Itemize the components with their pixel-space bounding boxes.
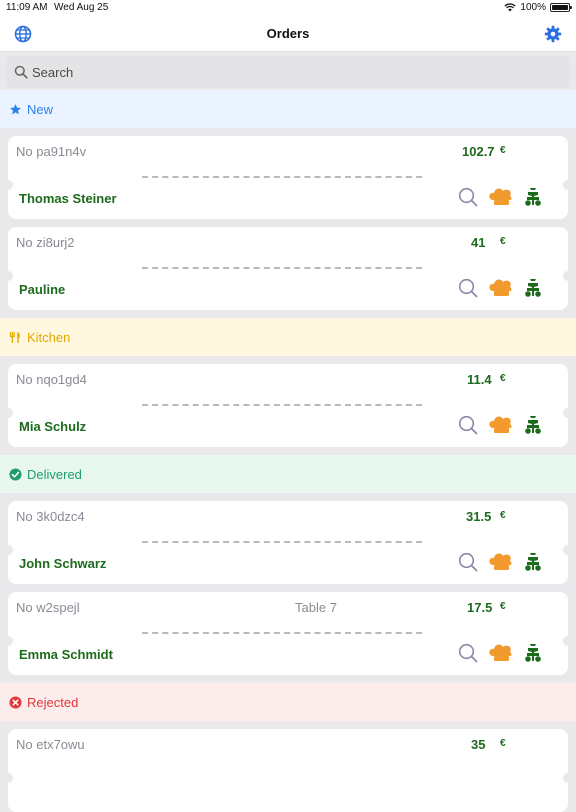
- section-header-rejected: Rejected: [0, 683, 576, 721]
- dashed-divider: [142, 176, 422, 178]
- scooter-icon[interactable]: [524, 187, 542, 207]
- order-card[interactable]: No etx7owu 35 €: [3, 729, 573, 812]
- scooter-icon[interactable]: [524, 643, 542, 663]
- search-icon: [14, 65, 28, 79]
- gear-icon[interactable]: [544, 25, 562, 43]
- order-price: 31.5: [466, 509, 492, 524]
- status-time: 11:09 AM: [6, 2, 48, 13]
- chef-hat-icon[interactable]: [488, 278, 514, 298]
- order-card[interactable]: No nqo1gd4 11.4 € Mia Schulz: [3, 364, 573, 447]
- search-icon[interactable]: [458, 552, 478, 572]
- section-label-kitchen: Kitchen: [27, 329, 71, 345]
- order-actions: [458, 278, 542, 298]
- order-number: No 3k0dzc4: [16, 509, 85, 524]
- order-number: No pa91n4v: [16, 144, 87, 159]
- battery-percent: 100%: [520, 2, 546, 13]
- dashed-divider: [142, 404, 422, 406]
- search-icon[interactable]: [458, 187, 478, 207]
- customer-name: John Schwarz: [19, 556, 107, 571]
- order-number: No nqo1gd4: [16, 372, 87, 387]
- fork-knife-icon: [9, 331, 20, 343]
- section-header-kitchen: Kitchen: [0, 318, 576, 356]
- order-card[interactable]: No pa91n4v 102.7 € Thomas Steiner: [3, 136, 573, 219]
- order-actions: [458, 187, 542, 207]
- order-currency: €: [500, 373, 506, 384]
- order-currency: €: [500, 145, 506, 156]
- order-currency: €: [500, 601, 506, 612]
- battery-icon: [550, 3, 572, 12]
- dashed-divider: [142, 541, 422, 543]
- order-card[interactable]: No zi8urj2 41 € Pauline: [3, 227, 573, 310]
- order-price: 17.5: [467, 600, 493, 615]
- order-price: 35: [471, 737, 486, 752]
- page-title: Orders: [266, 26, 310, 41]
- customer-name: Emma Schmidt: [19, 647, 113, 662]
- order-price: 11.4: [467, 372, 492, 387]
- order-actions: [458, 643, 542, 663]
- dashed-divider: [142, 267, 422, 269]
- order-number: No zi8urj2: [16, 235, 75, 250]
- order-card[interactable]: No w2spejl Table 7 17.5 € Emma Schmidt: [3, 592, 573, 675]
- search-input[interactable]: [32, 64, 532, 80]
- order-currency: €: [500, 510, 506, 521]
- chef-hat-icon[interactable]: [488, 643, 514, 663]
- nav-bar: Orders: [0, 16, 576, 52]
- table-label: Table 7: [295, 600, 337, 615]
- chef-hat-icon[interactable]: [488, 187, 514, 207]
- section-label-delivered: Delivered: [27, 466, 82, 482]
- customer-name: Mia Schulz: [19, 419, 87, 434]
- wifi-icon: [504, 3, 516, 12]
- order-currency: €: [500, 236, 506, 247]
- customer-name: Pauline: [19, 282, 66, 297]
- order-actions: [458, 552, 542, 572]
- order-number: No etx7owu: [16, 737, 85, 752]
- order-actions: [458, 415, 542, 435]
- search-icon[interactable]: [458, 415, 478, 435]
- chef-hat-icon[interactable]: [488, 415, 514, 435]
- order-price: 102.7: [462, 144, 495, 159]
- chef-hat-icon[interactable]: [488, 552, 514, 572]
- status-date: Wed Aug 25: [54, 2, 109, 13]
- check-circle-icon: [9, 467, 22, 481]
- x-circle-icon: [9, 695, 22, 709]
- status-bar: 11:09 AM Wed Aug 25 100%: [0, 0, 576, 16]
- scooter-icon[interactable]: [524, 552, 542, 572]
- order-number: No w2spejl: [16, 600, 80, 615]
- order-currency: €: [500, 738, 506, 749]
- search-icon[interactable]: [458, 278, 478, 298]
- scooter-icon[interactable]: [524, 278, 542, 298]
- star-icon: [10, 103, 21, 114]
- order-card[interactable]: No 3k0dzc4 31.5 € John Schwarz: [3, 501, 573, 584]
- section-header-new: New: [0, 90, 576, 128]
- search-icon[interactable]: [458, 643, 478, 663]
- dashed-divider: [142, 632, 422, 634]
- customer-name: Thomas Steiner: [19, 191, 117, 206]
- search-bar: [6, 56, 570, 88]
- section-label-rejected: Rejected: [27, 694, 79, 710]
- status-right: 100%: [504, 2, 572, 13]
- section-header-delivered: Delivered: [0, 455, 576, 493]
- scooter-icon[interactable]: [524, 415, 542, 435]
- order-price: 41: [471, 235, 486, 250]
- section-label-new: New: [27, 101, 54, 117]
